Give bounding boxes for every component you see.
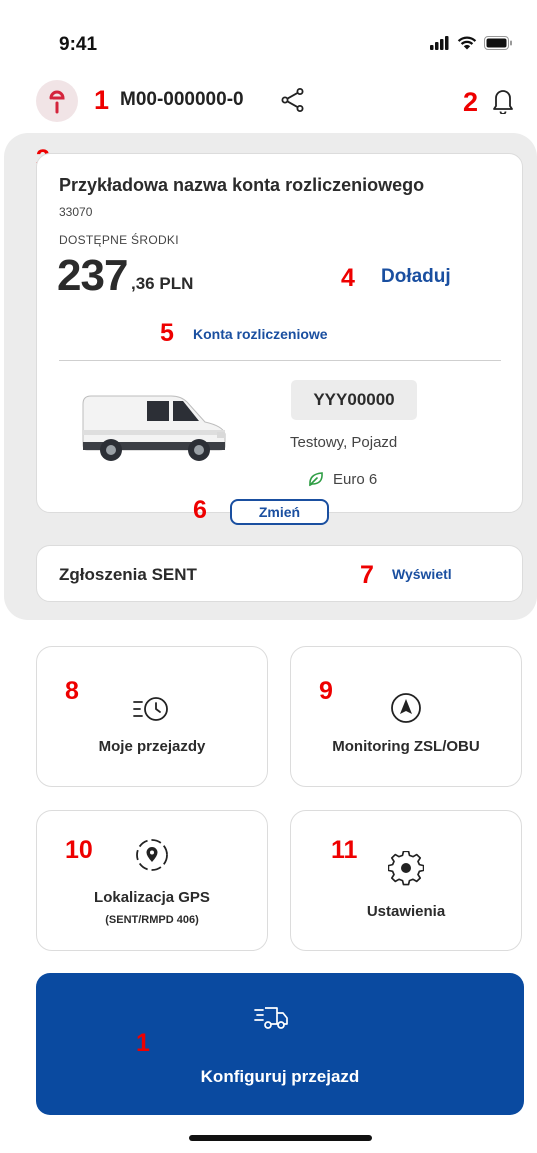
marker-6: 6 (193, 496, 207, 524)
wifi-icon (457, 36, 477, 50)
sent-title: Zgłoszenia SENT (59, 565, 197, 584)
account-card: Przykładowa nazwa konta rozliczeniowego … (36, 153, 523, 513)
marker-11: 11 (331, 836, 358, 864)
gps-pin-icon (136, 839, 168, 871)
marker-4: 4 (341, 264, 355, 292)
brand-logo-icon (49, 90, 65, 114)
marker-1: 1 (94, 85, 110, 115)
emission-label: Euro 6 (333, 470, 378, 488)
tile-gps-label: Lokalizacja GPS (94, 889, 210, 906)
status-time: 9:41 (59, 34, 98, 55)
tile-my-trips-label: Moje przejazdy (98, 738, 206, 755)
avatar[interactable] (36, 80, 78, 122)
marker-10: 10 (65, 836, 93, 864)
vehicle-name: Testowy, Pojazd (290, 434, 398, 451)
app-screen: 9:41 1 M00-000000-0 2 Przykładowa nazwa … (0, 0, 537, 1153)
home-indicator[interactable] (189, 1135, 372, 1141)
signal-icon (430, 36, 449, 50)
sent-view-link[interactable]: Wyświetl (392, 566, 452, 582)
navigation-arrow-icon (391, 693, 421, 723)
marker-5: 5 (160, 319, 174, 347)
account-name: Przykładowa nazwa konta rozliczeniowego (59, 175, 425, 195)
tile-monitoring-label: Monitoring ZSL/OBU (332, 738, 480, 755)
funds-value: 237 (57, 251, 128, 300)
tile-settings[interactable]: 11 Ustawienia (290, 810, 522, 951)
tile-gps-location[interactable]: 10 Lokalizacja GPS (SENT/RMPD 406) (36, 810, 268, 951)
funds-label: DOSTĘPNE ŚRODKI (59, 233, 179, 247)
van-image (82, 395, 226, 461)
leaf-icon (309, 472, 323, 487)
divider (59, 360, 501, 361)
marker-9: 9 (319, 677, 333, 705)
tile-my-trips[interactable]: 8 Moje przejazdy (36, 646, 268, 787)
delivery-truck-icon (254, 1007, 288, 1029)
marker-1-cta: 1 (136, 1029, 150, 1057)
settlement-accounts-link[interactable]: Konta rozliczeniowe (193, 326, 328, 342)
marker-7: 7 (360, 561, 374, 589)
emission-class: Euro 6 (307, 470, 377, 488)
marker-2: 2 (463, 87, 479, 117)
battery-icon (484, 36, 512, 50)
status-icons (430, 36, 513, 50)
header: 1 M00-000000-0 2 (0, 76, 537, 130)
marker-8: 8 (65, 677, 79, 705)
gear-icon (388, 851, 424, 886)
change-vehicle-button[interactable]: Zmień (230, 499, 329, 525)
share-icon[interactable] (281, 87, 305, 113)
topup-link[interactable]: Doładuj (381, 266, 451, 288)
tile-settings-label: Ustawienia (366, 903, 446, 920)
tile-monitoring[interactable]: 9 Monitoring ZSL/OBU (290, 646, 522, 787)
license-plate: YYY00000 (291, 380, 417, 420)
account-number: 33070 (59, 205, 93, 219)
trips-history-icon (133, 697, 168, 721)
bell-icon[interactable] (492, 88, 514, 114)
funds-cents: ,36 PLN (131, 274, 194, 293)
tile-gps-sublabel: (SENT/RMPD 406) (105, 914, 199, 926)
configure-trip-label: Konfiguruj przejazd (200, 1067, 360, 1086)
configure-trip-button[interactable]: 1 Konfiguruj przejazd (36, 973, 524, 1115)
status-bar: 9:41 (0, 0, 537, 70)
account-id: M00-000000-0 (120, 89, 244, 110)
sent-card: Zgłoszenia SENT 7 Wyświetl (36, 545, 523, 602)
